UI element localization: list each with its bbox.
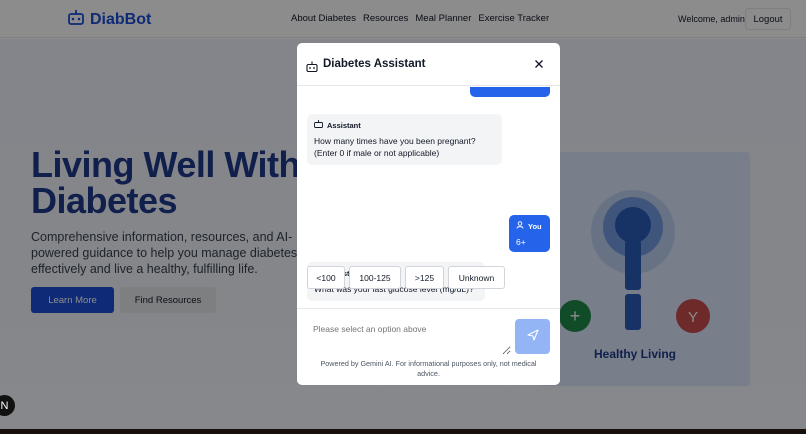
disclaimer-text: Powered by Gemini AI. For informational … bbox=[320, 359, 537, 378]
send-button[interactable] bbox=[515, 319, 550, 354]
message-text: How many times have you been pregnant? (… bbox=[314, 136, 476, 158]
send-icon bbox=[526, 328, 539, 346]
option-button-unknown[interactable]: Unknown bbox=[448, 266, 505, 289]
modal-header: Diabetes Assistant bbox=[297, 43, 560, 86]
modal-title: Diabetes Assistant bbox=[323, 58, 426, 70]
message-role-label: You bbox=[528, 222, 542, 231]
diabetes-assistant-modal: Diabetes Assistant Assistant How many ti… bbox=[297, 43, 560, 385]
user-message: You 6+ bbox=[509, 215, 550, 252]
message-text: 6+ bbox=[516, 237, 526, 247]
robot-icon bbox=[306, 59, 318, 77]
option-button-gt-125[interactable]: >125 bbox=[405, 266, 444, 289]
user-icon bbox=[516, 221, 524, 233]
message-role-label: Assistant bbox=[327, 121, 361, 130]
assistant-message: Assistant How many times have you been p… bbox=[307, 114, 502, 165]
close-button[interactable] bbox=[532, 57, 546, 71]
option-button-lt-100[interactable]: <100 bbox=[307, 266, 345, 289]
close-icon bbox=[535, 55, 543, 73]
robot-icon bbox=[314, 120, 323, 132]
option-buttons: <100 100-125 >125 Unknown bbox=[307, 266, 505, 289]
option-button-100-125[interactable]: 100-125 bbox=[349, 266, 401, 289]
message-role: Assistant bbox=[314, 120, 495, 132]
input-area: Powered by Gemini AI. For informational … bbox=[297, 308, 560, 385]
message-input[interactable] bbox=[307, 319, 511, 355]
message-role: You bbox=[516, 221, 543, 233]
previous-user-message bbox=[470, 87, 550, 97]
